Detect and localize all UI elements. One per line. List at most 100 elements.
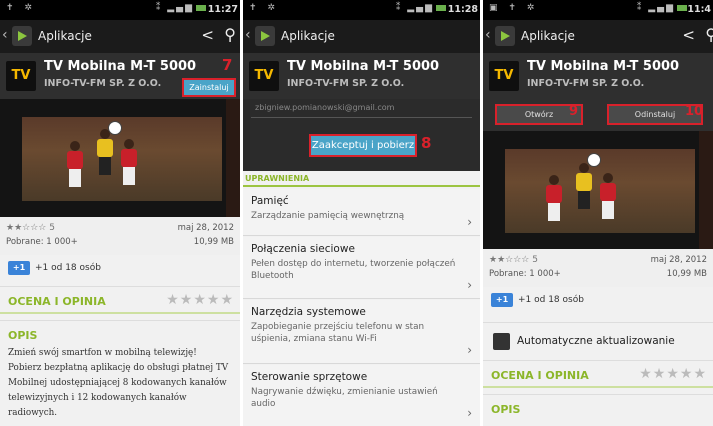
screen-1-app-details: ✝ ✲ ⁑ ▂▄▆ 11:27 ‹ Aplikacje < ⚲ TV TV Mo… [0, 0, 240, 426]
description-section-title: OPIS [8, 329, 38, 342]
action-bar-title: Aplikacje [521, 29, 575, 43]
status-bar: ▣ ✝ ✲ ⁑ ▂▄▆ 11:4 [483, 0, 713, 20]
app-icon: TV [249, 61, 279, 91]
app-size: 10,99 MB [666, 269, 707, 279]
app-icon: TV [6, 61, 36, 91]
app-header: TV TV Mobilna M-T 5000 INFO-TV-FM SP. Z … [483, 53, 713, 99]
app-name: TV Mobilna M-T 5000 [527, 59, 680, 74]
battery-icon [196, 4, 206, 11]
app-screenshot[interactable] [483, 131, 713, 249]
app-meta: ★★☆☆☆ 5 maj 28, 2012 Pobrane: 1 000+ 10,… [483, 249, 713, 287]
permission-desc: Nagrywanie dźwięku, zmienianie ustawień … [251, 387, 438, 409]
clock: 11:27 [207, 4, 238, 15]
rating-stars: ★★☆☆☆ 5 [489, 255, 538, 265]
rate-stars[interactable]: ★★★★★ [639, 366, 707, 382]
notification-icons: ✝ ✲ [249, 3, 279, 13]
permission-storage[interactable]: Pamięć Zarządzanie pamięcią wewnętrzną › [243, 189, 480, 236]
app-screenshot[interactable] [0, 99, 240, 217]
signal-icons: ⁑ ▂▄▆ [396, 3, 446, 13]
back-icon[interactable]: ‹ [2, 27, 8, 43]
description-section: OPIS [0, 320, 240, 348]
app-size: 10,99 MB [193, 237, 234, 247]
step-marker-9: 9 [569, 104, 579, 119]
permission-title: Pamięć [251, 195, 289, 207]
play-store-icon[interactable] [255, 26, 275, 46]
permission-title: Sterowanie sprzętowe [251, 371, 368, 383]
auto-update-checkbox[interactable] [493, 333, 510, 350]
download-count: Pobrane: 1 000+ [6, 237, 78, 247]
back-icon[interactable]: ‹ [245, 27, 251, 43]
permission-title: Narzędzia systemowe [251, 306, 366, 318]
step-marker-7: 7 [222, 56, 233, 74]
screen-2-permissions: ✝ ✲ ⁑ ▂▄▆ 11:28 ‹ Aplikacje TV TV Mobiln… [243, 0, 480, 426]
status-bar: ✝ ✲ ⁑ ▂▄▆ 11:28 [243, 0, 480, 20]
app-name: TV Mobilna M-T 5000 [44, 59, 197, 74]
permission-desc: Zarządzanie pamięcią wewnętrzną [251, 211, 405, 221]
rating-stars: ★★☆☆☆ 5 [6, 223, 55, 233]
action-bar-title: Aplikacje [38, 29, 92, 43]
app-publisher: INFO-TV-FM SP. Z O.O. [527, 78, 645, 89]
battery-icon [677, 4, 687, 11]
chevron-right-icon: › [467, 278, 472, 292]
status-bar: ✝ ✲ ⁑ ▂▄▆ 11:27 [0, 0, 240, 20]
screen-3-installed: ▣ ✝ ✲ ⁑ ▂▄▆ 11:4 ‹ Aplikacje < ⚲ TV TV M… [483, 0, 713, 426]
action-bar: ‹ Aplikacje < ⚲ [483, 20, 713, 53]
rating-section-title: OCENA I OPINIA [8, 295, 106, 308]
rating-section[interactable]: OCENA I OPINIA ★★★★★ [0, 286, 240, 314]
app-meta: ★★☆☆☆ 5 maj 28, 2012 Pobrane: 1 000+ 10,… [0, 217, 240, 255]
plus-one-count: +1 od 18 osób [35, 263, 101, 273]
search-icon[interactable]: ⚲ [224, 25, 236, 44]
permission-hardware[interactable]: Sterowanie sprzętowe Nagrywanie dźwięku,… [243, 365, 480, 426]
permission-network[interactable]: Połączenia sieciowe Pełen dostęp do inte… [243, 237, 480, 299]
clock: 11:28 [447, 4, 478, 15]
account-area: zbigniew.pomianowski@gmail.com [243, 99, 480, 171]
permission-system-tools[interactable]: Narzędzia systemowe Zapobieganie przejśc… [243, 300, 480, 364]
install-button[interactable]: Zainstaluj [182, 78, 236, 97]
clock: 11:4 [687, 4, 711, 15]
notification-icons: ✝ ✲ [6, 3, 36, 13]
accept-and-download-button[interactable]: Zaakceptuj i pobierz [309, 134, 417, 157]
rating-section[interactable]: OCENA I OPINIA ★★★★★ [483, 360, 713, 388]
permission-desc: Pełen dostęp do internetu, tworzenie poł… [251, 259, 456, 281]
step-marker-10: 10 [685, 104, 704, 119]
app-icon: TV [489, 61, 519, 91]
play-store-icon[interactable] [12, 26, 32, 46]
account-email[interactable]: zbigniew.pomianowski@gmail.com [255, 103, 394, 112]
update-date: maj 28, 2012 [177, 223, 234, 233]
step-marker-8: 8 [421, 134, 432, 152]
update-date: maj 28, 2012 [650, 255, 707, 265]
chevron-right-icon: › [467, 215, 472, 229]
chevron-right-icon: › [467, 406, 472, 420]
action-bar-title: Aplikacje [281, 29, 335, 43]
plus-one-count: +1 od 18 osób [518, 295, 584, 305]
permissions-header-label: UPRAWNIENIA [245, 174, 310, 183]
action-bar: ‹ Aplikacje < ⚲ [0, 20, 240, 53]
chevron-right-icon: › [467, 343, 472, 357]
app-publisher: INFO-TV-FM SP. Z O.O. [44, 78, 162, 89]
plus-one-button[interactable]: +1 [8, 261, 30, 275]
action-bar: ‹ Aplikacje [243, 20, 480, 53]
description-section-title: OPIS [491, 403, 521, 416]
permissions-header: UPRAWNIENIA [243, 171, 480, 187]
ball [587, 153, 601, 167]
rate-stars[interactable]: ★★★★★ [166, 292, 234, 308]
ball [108, 121, 122, 135]
app-publisher: INFO-TV-FM SP. Z O.O. [287, 78, 405, 89]
plus-one-row: +1 +1 od 18 osób [483, 287, 713, 315]
notification-icons: ▣ ✝ ✲ [489, 3, 539, 13]
battery-icon [436, 4, 446, 11]
app-name: TV Mobilna M-T 5000 [287, 59, 440, 74]
share-icon[interactable]: < [201, 26, 214, 44]
permission-desc: Zapobieganie przejściu telefonu w stan u… [251, 322, 425, 344]
signal-icons: ⁑ ▂▄▆ [156, 3, 206, 13]
search-icon[interactable]: ⚲ [705, 25, 713, 44]
signal-icons: ⁑ ▂▄▆ [637, 3, 687, 13]
share-icon[interactable]: < [682, 26, 695, 44]
auto-update-row[interactable]: Automatyczne aktualizowanie [483, 322, 713, 360]
play-store-icon[interactable] [495, 26, 515, 46]
download-count: Pobrane: 1 000+ [489, 269, 561, 279]
back-icon[interactable]: ‹ [485, 27, 491, 43]
description-text: Zmień swój smartfon w mobilną telewizję!… [8, 348, 229, 418]
plus-one-button[interactable]: +1 [491, 293, 513, 307]
description-section: OPIS [483, 394, 713, 422]
